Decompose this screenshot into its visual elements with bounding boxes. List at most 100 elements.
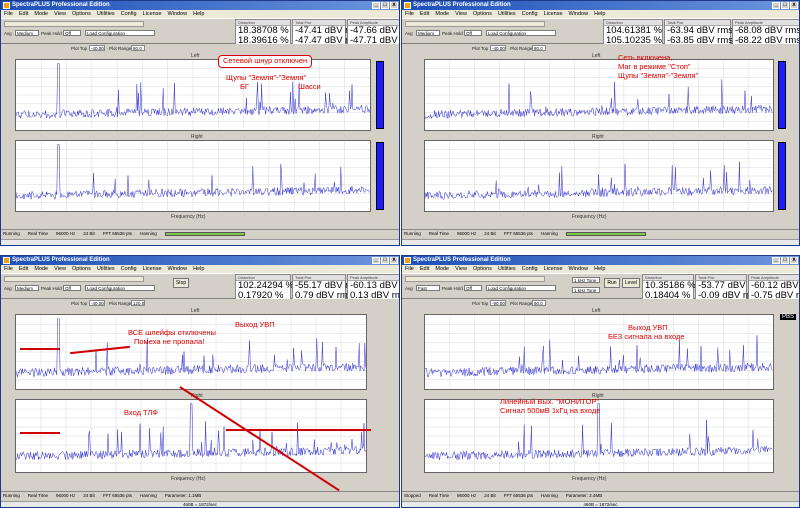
menu-view[interactable]: View bbox=[455, 265, 467, 273]
menu-edit[interactable]: Edit bbox=[420, 10, 429, 18]
menu-window[interactable]: Window bbox=[569, 265, 589, 273]
menu-mode[interactable]: Mode bbox=[435, 10, 449, 18]
maximize-icon[interactable]: □ bbox=[381, 2, 389, 9]
avg-select[interactable]: Fast bbox=[416, 285, 440, 291]
peak-amplitude-readout: Peak Amplitude -47.66 dBV rms -47.71 dBV… bbox=[347, 19, 399, 46]
menu-config[interactable]: Config bbox=[121, 10, 137, 18]
spectrum-plot-left[interactable] bbox=[15, 314, 367, 390]
peak-hold-select[interactable]: Off bbox=[63, 30, 81, 36]
horizontal-scrollbar[interactable] bbox=[402, 239, 799, 245]
menu-config[interactable]: Config bbox=[522, 265, 538, 273]
menu-mode[interactable]: Mode bbox=[435, 265, 449, 273]
menu-license[interactable]: License bbox=[544, 265, 563, 273]
menu-edit[interactable]: Edit bbox=[19, 10, 28, 18]
window-1-title-bar[interactable]: SpectraPLUS Professional Edition _ □ x bbox=[1, 1, 399, 10]
horizontal-scrollbar[interactable] bbox=[1, 239, 399, 245]
minimize-icon[interactable]: _ bbox=[372, 2, 380, 9]
minimize-icon[interactable]: _ bbox=[772, 2, 780, 9]
plot-top-field[interactable]: -40.00 bbox=[490, 45, 506, 51]
avg-select[interactable]: Medium bbox=[15, 285, 39, 291]
menu-view[interactable]: View bbox=[54, 265, 66, 273]
menu-view[interactable]: View bbox=[455, 10, 467, 18]
plot-range-field[interactable]: 90.0 bbox=[532, 300, 546, 306]
close-icon[interactable]: x bbox=[790, 2, 798, 9]
config-select[interactable]: Load Configuration bbox=[85, 285, 155, 291]
plot-top-field[interactable]: -40.00 bbox=[89, 300, 105, 306]
window-2-title-bar[interactable]: SpectraPLUS Professional Edition _ □ x bbox=[402, 1, 799, 10]
minimize-icon[interactable]: _ bbox=[772, 257, 780, 264]
menu-utilities[interactable]: Utilities bbox=[97, 265, 115, 273]
menu-help[interactable]: Help bbox=[594, 265, 605, 273]
window-4-title-bar[interactable]: SpectraPLUS Professional Edition _ □ x bbox=[402, 256, 799, 265]
config-select[interactable]: Load Configuration bbox=[486, 285, 556, 291]
avg-select[interactable]: Medium bbox=[15, 30, 39, 36]
plot-range-field[interactable]: 80.0 bbox=[532, 45, 546, 51]
horizontal-scrollbar[interactable]: 460B = 1872/sec bbox=[1, 501, 399, 507]
spectrum-plot-left[interactable] bbox=[424, 59, 774, 131]
toolbar-button-row[interactable] bbox=[4, 21, 144, 27]
close-icon[interactable]: x bbox=[390, 2, 398, 9]
menu-options[interactable]: Options bbox=[72, 265, 91, 273]
horizontal-scrollbar[interactable]: 460B = 1872/sec bbox=[402, 501, 799, 507]
menu-help[interactable]: Help bbox=[594, 10, 605, 18]
menu-edit[interactable]: Edit bbox=[420, 265, 429, 273]
menu-license[interactable]: License bbox=[143, 10, 162, 18]
maximize-icon[interactable]: □ bbox=[781, 257, 789, 264]
menu-file[interactable]: File bbox=[405, 265, 414, 273]
close-icon[interactable]: x bbox=[790, 257, 798, 264]
menu-options[interactable]: Options bbox=[72, 10, 91, 18]
plot-range-field[interactable]: 80.0 bbox=[131, 45, 145, 51]
peak-hold-select[interactable]: Off bbox=[63, 285, 81, 291]
close-icon[interactable]: x bbox=[390, 257, 398, 264]
menu-file[interactable]: File bbox=[4, 265, 13, 273]
spectrum-plot-right[interactable] bbox=[15, 140, 371, 212]
minimize-icon[interactable]: _ bbox=[372, 257, 380, 264]
menu-utilities[interactable]: Utilities bbox=[97, 10, 115, 18]
maximize-icon[interactable]: □ bbox=[381, 257, 389, 264]
menu-edit[interactable]: Edit bbox=[19, 265, 28, 273]
plot-top-field[interactable]: -40.00 bbox=[89, 45, 105, 51]
generator-option-2[interactable]: 1 kHz Tone bbox=[572, 287, 600, 293]
menu-license[interactable]: License bbox=[143, 265, 162, 273]
peak-hold-select[interactable]: Off bbox=[464, 30, 482, 36]
menu-window[interactable]: Window bbox=[168, 265, 188, 273]
level-button[interactable]: Level bbox=[622, 278, 640, 288]
menu-utilities[interactable]: Utilities bbox=[498, 265, 516, 273]
config-select[interactable]: Load Configuration bbox=[486, 30, 556, 36]
maximize-icon[interactable]: □ bbox=[781, 2, 789, 9]
menu-help[interactable]: Help bbox=[193, 265, 204, 273]
menu-mode[interactable]: Mode bbox=[34, 10, 48, 18]
menu-config[interactable]: Config bbox=[522, 10, 538, 18]
menu-mode[interactable]: Mode bbox=[34, 265, 48, 273]
menu-window[interactable]: Window bbox=[569, 10, 589, 18]
menu-file[interactable]: File bbox=[405, 10, 414, 18]
spectrum-plot-right[interactable] bbox=[15, 399, 367, 473]
stop-button[interactable]: Stop bbox=[173, 278, 189, 288]
config-select[interactable]: Load Configuration bbox=[85, 30, 155, 36]
window-3-title-bar[interactable]: SpectraPLUS Professional Edition _ □ x bbox=[1, 256, 399, 265]
spectrum-plot-right[interactable] bbox=[424, 140, 774, 212]
menu-view[interactable]: View bbox=[54, 10, 66, 18]
status-window: Hanning bbox=[541, 493, 558, 498]
run-button[interactable]: Run bbox=[604, 278, 620, 288]
menu-options[interactable]: Options bbox=[473, 265, 492, 273]
menu-help[interactable]: Help bbox=[193, 10, 204, 18]
toolbar-button-row[interactable] bbox=[405, 21, 545, 27]
status-rate: 96000 Hz bbox=[56, 493, 76, 498]
menu-license[interactable]: License bbox=[544, 10, 563, 18]
avg-select[interactable]: Medium bbox=[416, 30, 440, 36]
spectrum-plot-left[interactable] bbox=[424, 314, 774, 390]
peak-hold-select[interactable]: Off bbox=[464, 285, 482, 291]
menu-options[interactable]: Options bbox=[473, 10, 492, 18]
generator-option-1[interactable]: 1 kHz Tone bbox=[572, 277, 600, 283]
toolbar-button-row[interactable] bbox=[4, 276, 144, 282]
menu-file[interactable]: File bbox=[4, 10, 13, 18]
menu-config[interactable]: Config bbox=[121, 265, 137, 273]
status-window: Hanning bbox=[140, 231, 157, 236]
menu-window[interactable]: Window bbox=[168, 10, 188, 18]
plot-range-field[interactable]: 120.0 bbox=[131, 300, 145, 306]
plot-top-field[interactable]: -90.00 bbox=[490, 300, 506, 306]
spectrum-plot-left[interactable] bbox=[15, 59, 371, 131]
toolbar-button-row[interactable] bbox=[405, 276, 545, 282]
menu-utilities[interactable]: Utilities bbox=[498, 10, 516, 18]
